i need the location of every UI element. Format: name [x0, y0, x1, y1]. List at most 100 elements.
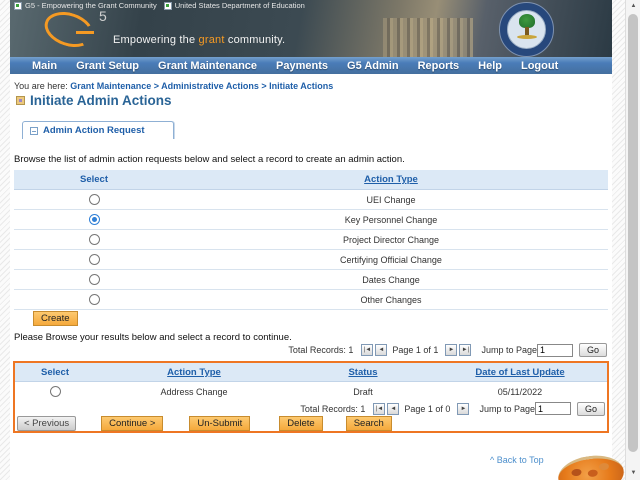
unsubmit-button[interactable]: Un-Submit [189, 416, 250, 431]
jump-to-page-input[interactable] [535, 402, 571, 415]
g5-logo-number: 5 [99, 8, 107, 24]
g5-application-window: G5 - Empowering the Grant Community Unit… [0, 0, 640, 480]
results-table-header-row: Select Action Type Status Date of Last U… [15, 363, 607, 382]
tagline-accent: grant [199, 34, 225, 46]
total-records-label: Total Records: 1 [288, 345, 353, 355]
action-type-label: Certifying Official Change [340, 255, 442, 265]
col-header-status[interactable]: Status [348, 367, 377, 378]
nav-g5-admin[interactable]: G5 Admin [347, 60, 399, 72]
action-type-label: UEI Change [366, 195, 415, 205]
table-row: Project Director Change [14, 230, 608, 250]
vertical-scrollbar[interactable]: ▲ ▼ [625, 0, 640, 480]
g5-logo-g-icon [40, 6, 98, 53]
nav-help[interactable]: Help [478, 60, 502, 72]
page-indicator: Page 1 of 0 [404, 404, 450, 414]
result-status: Draft [353, 387, 373, 397]
table-row: Key Personnel Change [14, 210, 608, 230]
page-title: Initiate Admin Actions [16, 93, 172, 108]
tab-admin-action-request[interactable]: Admin Action Request [22, 121, 174, 139]
department-of-education-seal [499, 2, 554, 57]
breadcrumb: You are here: Grant Maintenance > Admini… [14, 81, 333, 91]
action-type-label: Dates Change [362, 275, 420, 285]
radio-project-director-change[interactable] [89, 234, 100, 245]
col-header-action-type[interactable]: Action Type [364, 174, 418, 185]
tagline-pre: Empowering the [113, 34, 199, 46]
nav-reports[interactable]: Reports [418, 60, 460, 72]
col-header-action-type[interactable]: Action Type [167, 367, 221, 378]
result-date: 05/11/2022 [498, 387, 542, 397]
pagination-top: Total Records: 1 |◄ ◄ Page 1 of 1 ► ►| J… [288, 343, 607, 357]
prev-page-button[interactable]: ◄ [387, 403, 399, 415]
seal-tree-icon [519, 14, 535, 28]
tab-collapse-icon [30, 127, 38, 135]
jump-to-page-label: Jump to Page [481, 345, 537, 355]
next-page-button[interactable]: ► [445, 344, 457, 356]
breadcrumb-prefix: You are here: [14, 81, 68, 91]
radio-certifying-official-change[interactable] [89, 254, 100, 265]
nav-grant-setup[interactable]: Grant Setup [76, 60, 139, 72]
go-button[interactable]: Go [579, 343, 607, 357]
total-records-label: Total Records: 1 [300, 404, 365, 414]
first-page-button[interactable]: |◄ [373, 403, 385, 415]
col-header-select: Select [80, 174, 108, 185]
action-type-label: Other Changes [360, 295, 421, 305]
window-title-right: United States Department of Education [164, 1, 305, 10]
table-row: Dates Change [14, 270, 608, 290]
results-section-highlighted: Select Action Type Status Date of Last U… [13, 361, 609, 433]
broken-image-icon [164, 2, 172, 10]
table-row: Certifying Official Change [14, 250, 608, 270]
table-header-row: Select Action Type [14, 170, 608, 190]
pagination-bottom: Total Records: 1 |◄ ◄ Page 1 of 0 ► Jump… [15, 401, 607, 416]
radio-dates-change[interactable] [89, 274, 100, 285]
page-title-icon [16, 96, 25, 105]
nav-logout[interactable]: Logout [521, 60, 558, 72]
radio-other-changes[interactable] [89, 294, 100, 305]
intro-text: Browse the list of admin action requests… [14, 154, 405, 165]
table-row: Other Changes [14, 290, 608, 310]
col-header-date-of-last-update[interactable]: Date of Last Update [475, 367, 564, 378]
prev-page-button[interactable]: ◄ [375, 344, 387, 356]
back-to-top-link[interactable]: ^ Back to Top [490, 455, 544, 465]
action-buttons-row: < Previous Continue > Un-Submit Delete S… [15, 416, 607, 431]
scrollbar-thumb[interactable] [628, 14, 638, 452]
search-button[interactable]: Search [346, 416, 392, 431]
result-action-type: Address Change [160, 387, 227, 397]
header-banner: G5 - Empowering the Grant Community Unit… [10, 0, 612, 57]
nav-grant-maintenance[interactable]: Grant Maintenance [158, 60, 257, 72]
radio-uei-change[interactable] [89, 194, 100, 205]
g5-logo-bar [76, 31, 94, 34]
last-page-button[interactable]: ►| [459, 344, 471, 356]
create-button[interactable]: Create [33, 311, 78, 326]
previous-button[interactable]: < Previous [17, 416, 76, 431]
window-title-left: G5 - Empowering the Grant Community [14, 1, 157, 10]
first-page-button[interactable]: |◄ [361, 344, 373, 356]
broken-image-icon [14, 2, 22, 10]
jump-to-page-label: Jump to Page [479, 404, 535, 414]
action-type-label: Key Personnel Change [345, 215, 438, 225]
go-button[interactable]: Go [577, 402, 605, 416]
results-table-row: Address Change Draft 05/11/2022 [15, 382, 607, 401]
window-title-strip: G5 - Empowering the Grant Community Unit… [14, 1, 305, 10]
window-title-right-text: United States Department of Education [175, 1, 305, 10]
next-page-button[interactable]: ► [457, 403, 469, 415]
tab-label: Admin Action Request [43, 125, 145, 136]
results-instruction: Please Browse your results below and sel… [14, 332, 292, 343]
admin-action-request-table: Select Action Type UEI Change Key Person… [14, 170, 608, 310]
jump-to-page-input[interactable] [537, 344, 573, 357]
radio-key-personnel-change[interactable] [89, 214, 100, 225]
header-tagline: Empowering the grant community. [113, 34, 285, 46]
nav-main[interactable]: Main [32, 60, 57, 72]
page-title-text: Initiate Admin Actions [30, 93, 172, 108]
table-row: UEI Change [14, 190, 608, 210]
scroll-up-arrow-icon[interactable]: ▲ [626, 0, 640, 13]
breadcrumb-trail[interactable]: Grant Maintenance > Administrative Actio… [70, 81, 333, 91]
radio-address-change[interactable] [50, 386, 61, 397]
window-title-left-text: G5 - Empowering the Grant Community [25, 1, 157, 10]
delete-button[interactable]: Delete [279, 416, 322, 431]
continue-button[interactable]: Continue > [101, 416, 163, 431]
seal-base [517, 35, 537, 39]
page-indicator: Page 1 of 1 [392, 345, 438, 355]
tagline-post: community. [225, 34, 286, 46]
scroll-down-arrow-icon[interactable]: ▼ [626, 467, 640, 480]
nav-payments[interactable]: Payments [276, 60, 328, 72]
